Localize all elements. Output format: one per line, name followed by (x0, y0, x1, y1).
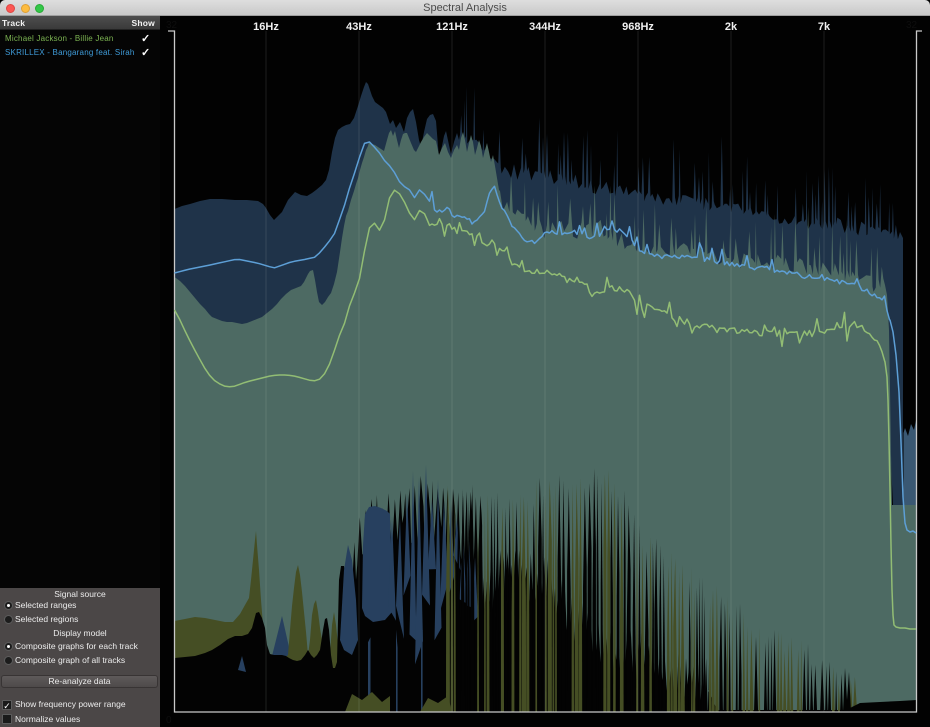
svg-text:2k: 2k (725, 21, 738, 33)
svg-text:0: 0 (166, 715, 172, 726)
svg-text:7k: 7k (818, 21, 831, 33)
svg-text:968Hz: 968Hz (622, 21, 654, 33)
svg-text:43Hz: 43Hz (346, 21, 372, 33)
svg-text:16Hz: 16Hz (253, 21, 279, 33)
svg-text:121Hz: 121Hz (436, 21, 468, 33)
svg-text:344Hz: 344Hz (529, 21, 561, 33)
svg-text:32: 32 (166, 20, 178, 31)
svg-text:32: 32 (906, 20, 918, 31)
